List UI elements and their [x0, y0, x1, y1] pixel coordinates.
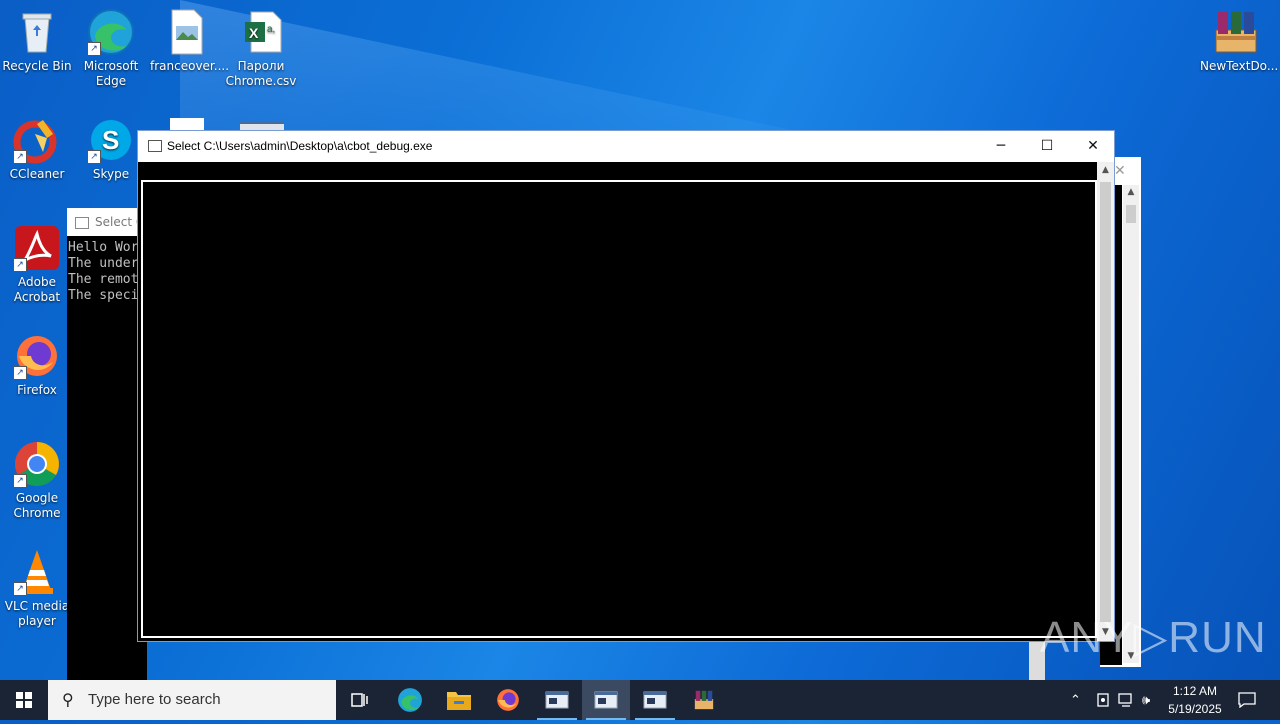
- main-console-titlebar[interactable]: Select C:\Users\admin\Desktop\a\cbot_deb…: [138, 131, 1114, 162]
- main-console-window[interactable]: Select C:\Users\admin\Desktop\a\cbot_deb…: [137, 130, 1115, 642]
- shortcut-arrow-icon: ↗: [13, 474, 27, 488]
- start-button[interactable]: [0, 680, 48, 720]
- folder-icon: [447, 692, 471, 710]
- volume-icon: 🕪: [1142, 692, 1151, 708]
- device-icon: [1097, 693, 1109, 707]
- svg-text:a,: a,: [267, 24, 275, 35]
- vlc-icon: ↗: [13, 548, 61, 596]
- clock-date: 5/19/2025: [1168, 702, 1222, 716]
- desktop-icon-recycle-bin[interactable]: Recycle Bin: [1, 8, 73, 74]
- desktop-icon-vlc[interactable]: ↗ VLC media player: [1, 548, 73, 629]
- chevron-up-icon: ⌃: [1070, 692, 1081, 708]
- selection-rectangle: [141, 180, 1097, 638]
- scroll-thumb[interactable]: [1100, 182, 1111, 622]
- console-window-icon: [594, 691, 618, 709]
- acrobat-icon: ↗: [13, 224, 61, 272]
- back-console-titlebar[interactable]: Select C: [67, 208, 147, 236]
- vertical-scrollbar[interactable]: ▲ ▼: [1097, 162, 1114, 641]
- back-console-window[interactable]: Select C Hello Wor The under The remot T…: [67, 208, 147, 680]
- shortcut-arrow-icon: ↗: [13, 150, 27, 164]
- firefox-icon: [497, 689, 519, 711]
- desktop-icon-edge[interactable]: ↗ Microsoft Edge: [75, 8, 147, 89]
- windows-logo-icon: [16, 692, 32, 708]
- network-icon: [1118, 693, 1132, 707]
- desktop-icon-google-chrome[interactable]: ↗ Google Chrome: [1, 440, 73, 521]
- skype-icon: S ↗: [87, 116, 135, 164]
- desktop-icon-csv[interactable]: Xa, Пароли Chrome.csv: [225, 8, 297, 89]
- close-icon[interactable]: ✕: [1114, 163, 1126, 179]
- chrome-icon: ↗: [13, 440, 61, 488]
- scroll-up-icon[interactable]: ▲: [1097, 162, 1114, 179]
- desktop-icon-firefox[interactable]: ↗ Firefox: [1, 332, 73, 398]
- second-console-scrollbar[interactable]: ▲ ▼: [1123, 185, 1139, 663]
- taskbar: ⚲ Type here to search ⌃ 🕪 1:12 AM 5/19/2…: [0, 680, 1280, 720]
- action-center-button[interactable]: [1238, 680, 1256, 720]
- excel-icon: Xa,: [237, 8, 285, 56]
- edge-icon: [398, 688, 422, 712]
- show-hidden-icons-button[interactable]: ⌃: [1070, 680, 1081, 720]
- scroll-up-icon[interactable]: ▲: [1123, 187, 1139, 197]
- shortcut-arrow-icon: ↗: [87, 150, 101, 164]
- notification-icon: [1238, 692, 1256, 708]
- close-button[interactable]: ✕: [1070, 131, 1116, 162]
- anyrun-watermark: ANY▷RUN: [1040, 613, 1267, 662]
- maximize-button[interactable]: ☐: [1024, 131, 1070, 162]
- console-icon: [148, 140, 162, 152]
- firefox-icon: ↗: [13, 332, 61, 380]
- winrar-icon: [694, 690, 714, 710]
- back-console-output: Hello Wor The under The remot The speci: [68, 240, 139, 303]
- taskbar-file-explorer[interactable]: [435, 680, 483, 720]
- minimize-button[interactable]: ─: [978, 131, 1024, 162]
- taskbar-console-3[interactable]: [631, 680, 679, 720]
- recycle-bin-icon: [13, 8, 61, 56]
- shortcut-arrow-icon: ↗: [13, 258, 27, 272]
- taskbar-search-box[interactable]: ⚲ Type here to search: [48, 680, 336, 720]
- console-window-icon: [643, 691, 667, 709]
- shortcut-arrow-icon: ↗: [87, 42, 101, 56]
- search-icon: ⚲: [62, 690, 74, 709]
- image-file-icon: [162, 8, 210, 56]
- ccleaner-icon: ↗: [13, 116, 61, 164]
- svg-text:X: X: [249, 25, 259, 41]
- task-view-button[interactable]: [336, 680, 384, 720]
- scroll-thumb[interactable]: [1126, 205, 1136, 223]
- taskbar-winrar[interactable]: [680, 680, 728, 720]
- taskbar-firefox[interactable]: [484, 680, 532, 720]
- desktop-icon-ccleaner[interactable]: ↗ CCleaner: [1, 116, 73, 182]
- tray-volume-icon[interactable]: 🕪: [1142, 680, 1150, 720]
- taskbar-console-1[interactable]: [533, 680, 581, 720]
- winrar-archive-icon: [1212, 8, 1260, 56]
- taskbar-clock[interactable]: 1:12 AM 5/19/2025: [1160, 682, 1230, 718]
- desktop-icon-franceover[interactable]: franceover....: [150, 8, 229, 74]
- clock-time: 1:12 AM: [1172, 684, 1218, 698]
- tray-network-icon[interactable]: [1118, 680, 1136, 720]
- desktop-icon-newtextdoc[interactable]: NewTextDo...: [1200, 8, 1278, 74]
- shortcut-arrow-icon: ↗: [13, 366, 27, 380]
- console-output-area[interactable]: [138, 162, 1098, 641]
- console-icon: [75, 216, 89, 229]
- edge-icon: ↗: [87, 8, 135, 56]
- taskbar-edge[interactable]: [386, 680, 434, 720]
- tray-device-icon[interactable]: [1096, 680, 1110, 720]
- window-title: Select C:\Users\admin\Desktop\a\cbot_deb…: [167, 139, 433, 153]
- svg-text:S: S: [102, 125, 119, 155]
- search-placeholder: Type here to search: [88, 691, 221, 708]
- task-view-icon: [351, 693, 368, 707]
- shortcut-arrow-icon: ↗: [13, 582, 27, 596]
- console-window-icon: [545, 691, 569, 709]
- desktop-icon-adobe-acrobat[interactable]: ↗ Adobe Acrobat: [1, 224, 73, 305]
- taskbar-console-2[interactable]: [582, 680, 630, 720]
